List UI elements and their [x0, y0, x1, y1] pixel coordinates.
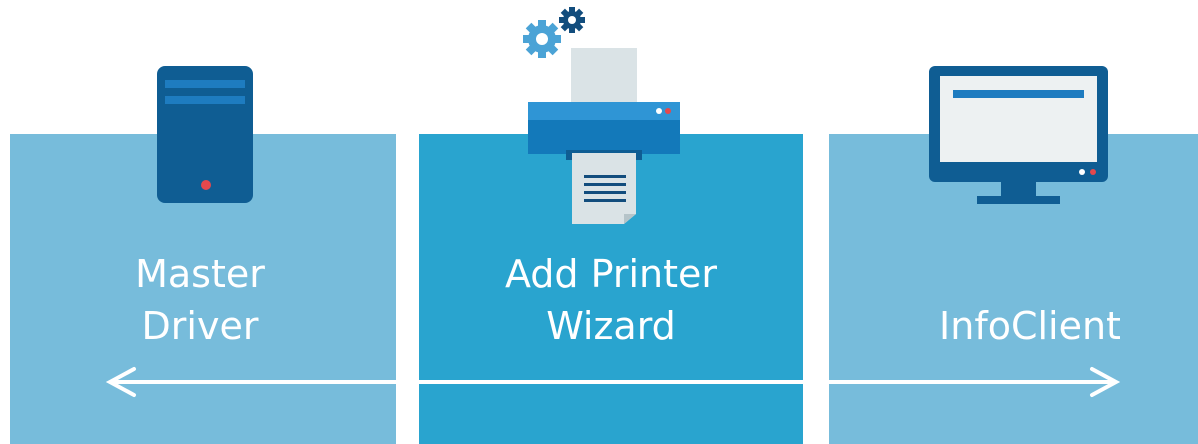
add-printer-wizard-label-line-2: Wizard	[546, 304, 676, 348]
master-driver-label-line-2: Driver	[141, 304, 259, 348]
infoclient-label-text: InfoClient	[939, 304, 1121, 348]
master-driver-label: Master Driver	[100, 248, 300, 352]
infoclient-label: InfoClient	[900, 300, 1160, 352]
add-printer-wizard-label-line-1: Add Printer	[504, 252, 718, 296]
add-printer-wizard-label: Add Printer Wizard	[461, 248, 761, 352]
gears-icon	[523, 7, 585, 58]
master-driver-label-line-1: Master	[135, 252, 265, 296]
panel-infoclient	[829, 134, 1198, 444]
